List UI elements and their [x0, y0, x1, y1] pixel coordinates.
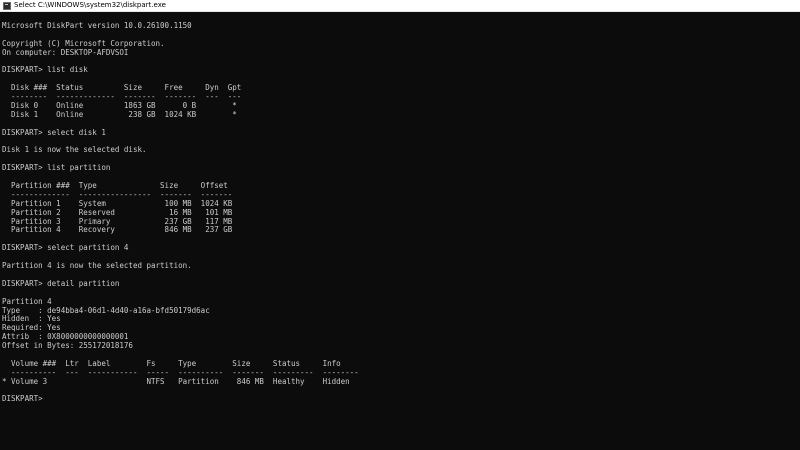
console-line: DISKPART> select partition 4 [2, 243, 129, 253]
diskpart-window: Select C:\WINDOWS\system32\diskpart.exe … [0, 0, 800, 450]
console-line: Microsoft DiskPart version 10.0.26100.11… [2, 21, 192, 30]
console-line: * Volume 3 NTFS Partition 846 MB Healthy… [2, 376, 350, 386]
console-line: Hidden : Yes [2, 314, 61, 324]
title-bar[interactable]: Select C:\WINDOWS\system32\diskpart.exe [0, 0, 800, 12]
console-line: DISKPART> detail partition [2, 278, 120, 288]
console-line: DISKPART> list disk [2, 65, 88, 75]
window-title: Select C:\WINDOWS\system32\diskpart.exe [14, 1, 166, 9]
console-line: Disk 1 Online 238 GB 1024 KB * [2, 109, 237, 119]
console-line: Partition 4 Recovery 846 MB 237 GB [2, 225, 233, 235]
console-line: Partition 4 is now the selected partitio… [2, 261, 192, 271]
console-line: DISKPART> select disk 1 [2, 127, 106, 137]
console-line: DISKPART> [2, 394, 48, 404]
console-line: Type : de94bba4-06d1-4d40-a16a-bfd50179d… [2, 305, 210, 315]
console-line: On computer: DESKTOP-AFDVSOI [2, 47, 129, 57]
console-line: Disk 1 is now the selected disk. [2, 145, 147, 155]
console-output[interactable]: Microsoft DiskPart version 10.0.26100.11… [0, 12, 800, 450]
console-app-icon [3, 1, 11, 10]
console-line: DISKPART> list partition [2, 163, 111, 173]
console-line: Offset in Bytes: 255172018176 [2, 341, 133, 351]
